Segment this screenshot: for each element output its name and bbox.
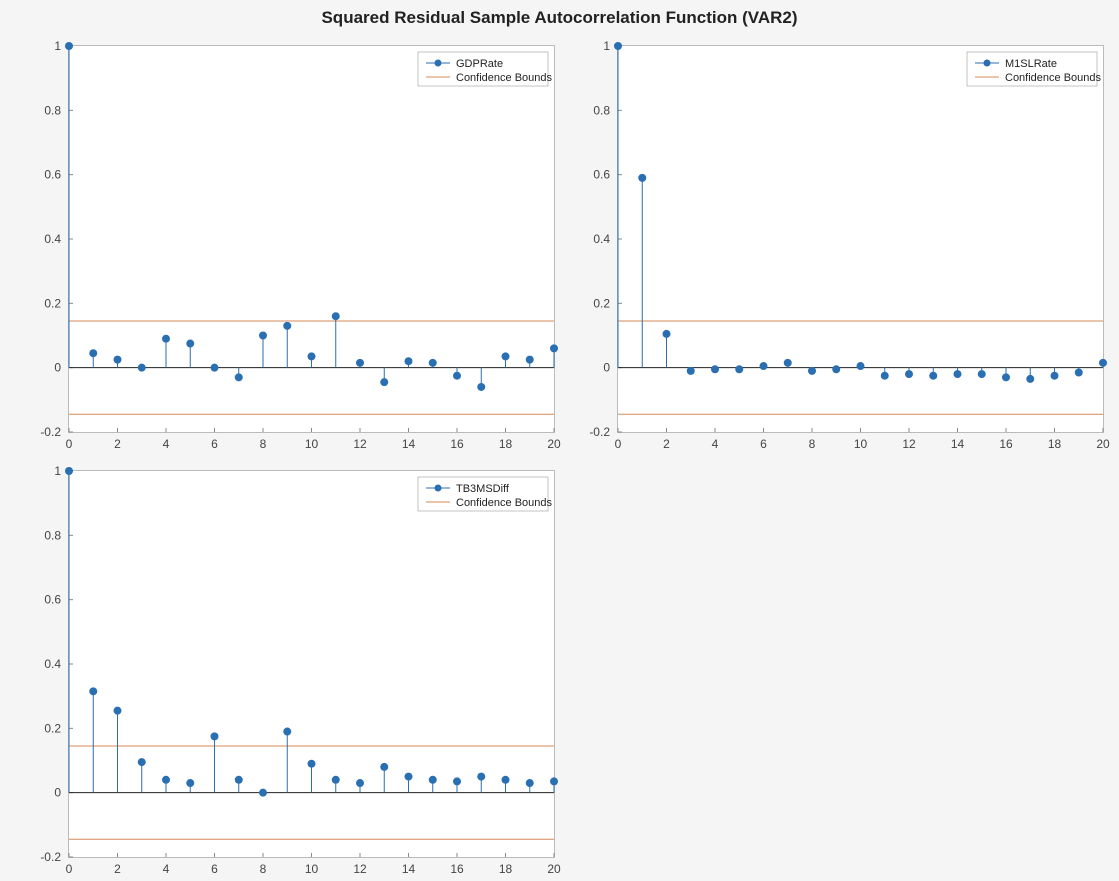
acf-panel-gdprate: -0.200.20.40.60.8102468101214161820GDPRa… [68,45,555,433]
svg-text:1: 1 [54,464,61,478]
svg-text:-0.2: -0.2 [589,425,610,439]
svg-text:10: 10 [305,862,319,876]
svg-text:8: 8 [260,437,267,451]
svg-text:2: 2 [663,437,670,451]
svg-text:0: 0 [66,437,73,451]
svg-text:0.2: 0.2 [593,296,610,310]
svg-text:18: 18 [499,437,513,451]
svg-text:4: 4 [163,437,170,451]
svg-text:0.8: 0.8 [593,103,610,117]
svg-text:14: 14 [402,437,416,451]
svg-text:0.4: 0.4 [44,232,61,246]
figure-title: Squared Residual Sample Autocorrelation … [0,8,1119,28]
svg-text:14: 14 [402,862,416,876]
svg-text:18: 18 [1048,437,1062,451]
svg-text:0.8: 0.8 [44,103,61,117]
svg-text:16: 16 [450,862,464,876]
svg-text:0: 0 [615,437,622,451]
svg-text:-0.2: -0.2 [40,425,61,439]
svg-text:6: 6 [211,862,218,876]
svg-text:12: 12 [353,437,367,451]
svg-text:10: 10 [305,437,319,451]
svg-text:6: 6 [760,437,767,451]
svg-text:0: 0 [603,361,610,375]
svg-text:0.2: 0.2 [44,721,61,735]
figure: Squared Residual Sample Autocorrelation … [0,0,1119,881]
svg-text:Confidence Bounds: Confidence Bounds [456,72,553,84]
svg-text:0.6: 0.6 [44,168,61,182]
svg-text:0.6: 0.6 [44,593,61,607]
svg-text:0: 0 [54,786,61,800]
acf-panel-tb3msdiff: -0.200.20.40.60.8102468101214161820TB3MS… [68,470,555,858]
svg-text:1: 1 [603,39,610,53]
svg-text:6: 6 [211,437,218,451]
svg-text:-0.2: -0.2 [40,850,61,864]
svg-text:20: 20 [547,862,561,876]
svg-text:Confidence Bounds: Confidence Bounds [456,497,553,509]
svg-text:1: 1 [54,39,61,53]
svg-text:20: 20 [547,437,561,451]
svg-text:4: 4 [163,862,170,876]
svg-text:14: 14 [951,437,965,451]
svg-text:0.4: 0.4 [44,657,61,671]
svg-text:GDPRate: GDPRate [456,58,503,70]
svg-text:12: 12 [353,862,367,876]
svg-text:M1SLRate: M1SLRate [1005,58,1057,70]
svg-text:4: 4 [712,437,719,451]
acf-panel-m1slrate: -0.200.20.40.60.8102468101214161820M1SLR… [617,45,1104,433]
svg-text:16: 16 [450,437,464,451]
svg-text:0.6: 0.6 [593,168,610,182]
svg-text:8: 8 [260,862,267,876]
svg-text:12: 12 [902,437,916,451]
svg-text:8: 8 [809,437,816,451]
svg-text:0.8: 0.8 [44,528,61,542]
svg-text:TB3MSDiff: TB3MSDiff [456,483,510,495]
svg-text:0.4: 0.4 [593,232,610,246]
svg-text:20: 20 [1096,437,1110,451]
svg-text:0: 0 [66,862,73,876]
svg-text:Confidence Bounds: Confidence Bounds [1005,72,1102,84]
svg-text:16: 16 [999,437,1013,451]
svg-text:18: 18 [499,862,513,876]
svg-text:0.2: 0.2 [44,296,61,310]
svg-text:10: 10 [854,437,868,451]
svg-text:0: 0 [54,361,61,375]
svg-text:2: 2 [114,862,121,876]
svg-text:2: 2 [114,437,121,451]
